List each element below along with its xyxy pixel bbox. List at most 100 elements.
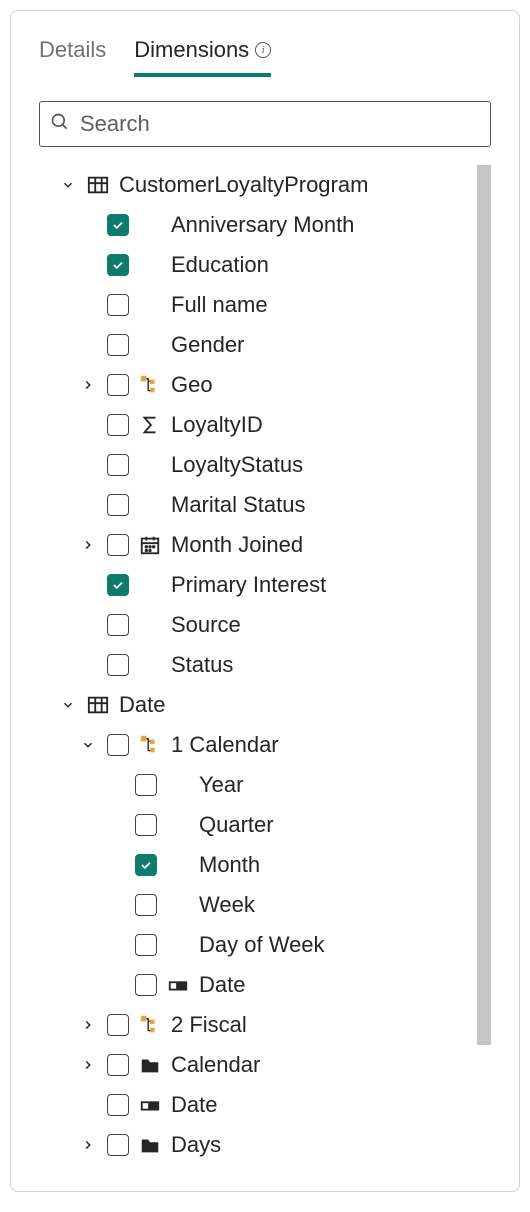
table-icon (87, 174, 109, 196)
group-label: CustomerLoyaltyProgram (119, 172, 368, 198)
table-icon (87, 694, 109, 716)
item-label: Date (171, 1092, 217, 1118)
item-label: Day of Week (199, 932, 325, 958)
hierarchy-icon (139, 734, 161, 756)
tree-item[interactable]: Primary Interest (39, 565, 467, 605)
chevron-down-icon[interactable] (79, 738, 97, 752)
checkbox[interactable] (135, 774, 157, 796)
dimensions-panel: Details Dimensions i CustomerLoyaltyProg… (10, 10, 520, 1192)
checkbox[interactable] (107, 214, 129, 236)
checkbox[interactable] (107, 1094, 129, 1116)
info-icon[interactable]: i (255, 42, 271, 58)
item-label: Full name (171, 292, 268, 318)
tree-group-customer[interactable]: CustomerLoyaltyProgram (39, 165, 467, 205)
tree: CustomerLoyaltyProgram Anniversary Month… (39, 165, 491, 1165)
tree-item[interactable]: Quarter (39, 805, 467, 845)
item-label: Education (171, 252, 269, 278)
tree-item[interactable]: Days (39, 1125, 467, 1165)
chevron-right-icon[interactable] (79, 1138, 97, 1152)
tree-item[interactable]: Geo (39, 365, 467, 405)
item-label: Date (199, 972, 245, 998)
checkbox[interactable] (107, 414, 129, 436)
checkbox[interactable] (107, 614, 129, 636)
tree-item[interactable]: Month (39, 845, 467, 885)
key-icon (139, 1094, 161, 1116)
checkbox[interactable] (135, 894, 157, 916)
tree-item[interactable]: Gender (39, 325, 467, 365)
checkbox[interactable] (107, 454, 129, 476)
chevron-down-icon[interactable] (59, 178, 77, 192)
tree-item[interactable]: LoyaltyStatus (39, 445, 467, 485)
tree-item[interactable]: Education (39, 245, 467, 285)
checkbox[interactable] (135, 934, 157, 956)
checkbox[interactable] (107, 294, 129, 316)
checkbox[interactable] (107, 374, 129, 396)
item-label: Primary Interest (171, 572, 326, 598)
tree-item[interactable]: Month Joined (39, 525, 467, 565)
item-label: Geo (171, 372, 213, 398)
tree-item[interactable]: Year (39, 765, 467, 805)
checkbox[interactable] (107, 1054, 129, 1076)
tree-item[interactable]: Day of Week (39, 925, 467, 965)
item-label: LoyaltyStatus (171, 452, 303, 478)
tree-item[interactable]: Anniversary Month (39, 205, 467, 245)
item-label: Week (199, 892, 255, 918)
chevron-right-icon[interactable] (79, 538, 97, 552)
item-label: 1 Calendar (171, 732, 279, 758)
tree-item[interactable]: Full name (39, 285, 467, 325)
sigma-icon (139, 414, 161, 436)
checkbox[interactable] (107, 534, 129, 556)
item-label: Calendar (171, 1052, 260, 1078)
checkbox[interactable] (107, 654, 129, 676)
key-icon (167, 974, 189, 996)
tree-item[interactable]: 2 Fiscal (39, 1005, 467, 1045)
checkbox[interactable] (107, 1014, 129, 1036)
hierarchy-icon (139, 374, 161, 396)
scrollbar[interactable] (477, 165, 491, 1045)
tree-item[interactable]: Marital Status (39, 485, 467, 525)
search-icon (50, 112, 70, 137)
folder-icon (139, 1134, 161, 1156)
item-label: Gender (171, 332, 244, 358)
item-label: Days (171, 1132, 221, 1158)
tab-details-label: Details (39, 37, 106, 63)
tree-item[interactable]: Calendar (39, 1045, 467, 1085)
checkbox[interactable] (135, 854, 157, 876)
tree-item[interactable]: Date (39, 965, 467, 1005)
search-box[interactable] (39, 101, 491, 147)
chevron-right-icon[interactable] (79, 378, 97, 392)
checkbox[interactable] (107, 574, 129, 596)
tree-item[interactable]: Status (39, 645, 467, 685)
checkbox[interactable] (107, 734, 129, 756)
tab-dimensions[interactable]: Dimensions i (134, 37, 271, 77)
tree-item[interactable]: LoyaltyID (39, 405, 467, 445)
item-label: Marital Status (171, 492, 306, 518)
tree-item[interactable]: Week (39, 885, 467, 925)
item-label: LoyaltyID (171, 412, 263, 438)
chevron-down-icon[interactable] (59, 698, 77, 712)
tab-details[interactable]: Details (39, 37, 106, 77)
calendar-icon (139, 534, 161, 556)
tree-item[interactable]: Date (39, 1085, 467, 1125)
group-label: Date (119, 692, 165, 718)
tree-group-date[interactable]: Date (39, 685, 467, 725)
item-label: Quarter (199, 812, 274, 838)
item-label: Month (199, 852, 260, 878)
search-input[interactable] (78, 110, 480, 138)
folder-icon (139, 1054, 161, 1076)
item-label: 2 Fiscal (171, 1012, 247, 1038)
tree-item[interactable]: 1 Calendar (39, 725, 467, 765)
checkbox[interactable] (107, 1134, 129, 1156)
checkbox[interactable] (107, 334, 129, 356)
checkbox[interactable] (135, 814, 157, 836)
item-label: Source (171, 612, 241, 638)
item-label: Anniversary Month (171, 212, 354, 238)
chevron-right-icon[interactable] (79, 1058, 97, 1072)
checkbox[interactable] (107, 494, 129, 516)
chevron-right-icon[interactable] (79, 1018, 97, 1032)
checkbox[interactable] (135, 974, 157, 996)
checkbox[interactable] (107, 254, 129, 276)
item-label: Year (199, 772, 243, 798)
hierarchy-icon (139, 1014, 161, 1036)
tree-item[interactable]: Source (39, 605, 467, 645)
